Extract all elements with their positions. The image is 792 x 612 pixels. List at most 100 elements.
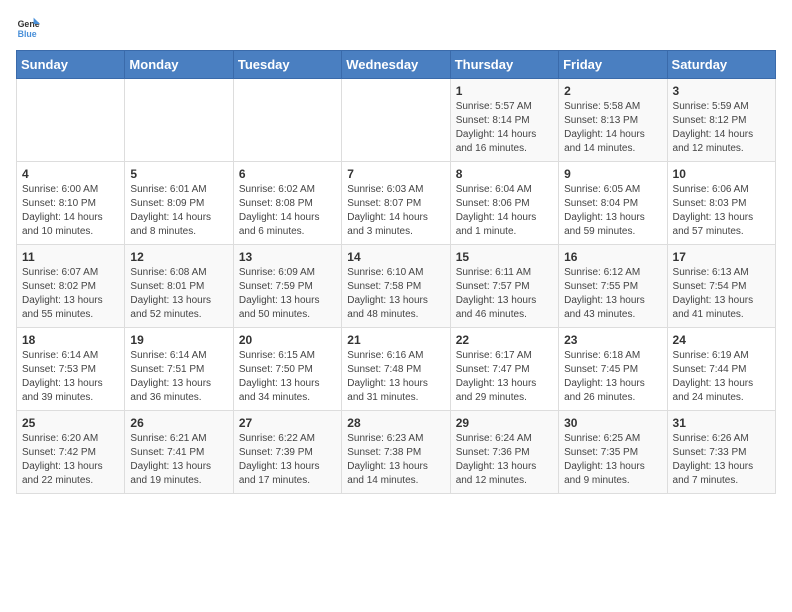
day-info: Sunrise: 6:17 AM Sunset: 7:47 PM Dayligh… [456,349,553,405]
day-number: 1 [456,84,553,98]
day-number: 28 [347,416,444,430]
weekday-header-saturday: Saturday [667,51,775,79]
weekday-header-sunday: Sunday [17,51,125,79]
day-number: 18 [22,333,119,347]
calendar-cell: 15 Sunrise: 6:11 AM Sunset: 7:57 PM Dayli… [450,245,558,328]
day-number: 15 [456,250,553,264]
day-info: Sunrise: 6:12 AM Sunset: 7:55 PM Dayligh… [564,266,661,322]
calendar-week-1: 1Sunrise: 5:57 AM Sunset: 8:14 PM Daylig… [17,79,776,162]
calendar-cell [342,79,450,162]
day-info: Sunrise: 6:20 AM Sunset: 7:42 PM Dayligh… [22,432,119,488]
day-number: 14 [347,250,444,264]
day-info: Sunrise: 6:26 AM Sunset: 7:33 PM Dayligh… [673,432,770,488]
day-info: Sunrise: 6:00 AM Sunset: 8:10 PM Dayligh… [22,183,119,239]
calendar-cell: 6 Sunrise: 6:02 AM Sunset: 8:08 PM Daylig… [233,162,341,245]
day-info: Sunrise: 6:09 AM Sunset: 7:59 PM Dayligh… [239,266,336,322]
calendar-cell: 12 Sunrise: 6:08 AM Sunset: 8:01 PM Dayli… [125,245,233,328]
calendar-cell: 4 Sunrise: 6:00 AM Sunset: 8:10 PM Daylig… [17,162,125,245]
calendar-week-5: 25Sunrise: 6:20 AM Sunset: 7:42 PM Dayli… [17,411,776,494]
calendar-cell [233,79,341,162]
calendar-cell: 30 Sunrise: 6:25 AM Sunset: 7:35 PM Dayli… [559,411,667,494]
day-info: Sunrise: 6:04 AM Sunset: 8:06 PM Dayligh… [456,183,553,239]
day-number: 7 [347,167,444,181]
calendar-cell: 17Sunrise: 6:13 AM Sunset: 7:54 PM Dayli… [667,245,775,328]
day-info: Sunrise: 6:05 AM Sunset: 8:04 PM Dayligh… [564,183,661,239]
day-number: 30 [564,416,661,430]
day-number: 2 [564,84,661,98]
day-number: 6 [239,167,336,181]
day-info: Sunrise: 6:07 AM Sunset: 8:02 PM Dayligh… [22,266,119,322]
day-info: Sunrise: 6:10 AM Sunset: 7:58 PM Dayligh… [347,266,444,322]
weekday-header-tuesday: Tuesday [233,51,341,79]
day-info: Sunrise: 6:21 AM Sunset: 7:41 PM Dayligh… [130,432,227,488]
calendar-cell: 13 Sunrise: 6:09 AM Sunset: 7:59 PM Dayli… [233,245,341,328]
day-info: Sunrise: 6:14 AM Sunset: 7:53 PM Dayligh… [22,349,119,405]
page-header: General Blue [16,16,776,40]
calendar-cell: 28 Sunrise: 6:23 AM Sunset: 7:38 PM Dayli… [342,411,450,494]
day-number: 17 [673,250,770,264]
calendar-week-3: 11Sunrise: 6:07 AM Sunset: 8:02 PM Dayli… [17,245,776,328]
calendar-week-2: 4 Sunrise: 6:00 AM Sunset: 8:10 PM Daylig… [17,162,776,245]
calendar-cell: 3 Sunrise: 5:59 AM Sunset: 8:12 PM Daylig… [667,79,775,162]
calendar-table: SundayMondayTuesdayWednesdayThursdayFrid… [16,50,776,494]
day-number: 3 [673,84,770,98]
day-number: 23 [564,333,661,347]
weekday-header-thursday: Thursday [450,51,558,79]
day-number: 22 [456,333,553,347]
day-info: Sunrise: 6:25 AM Sunset: 7:35 PM Dayligh… [564,432,661,488]
day-number: 19 [130,333,227,347]
logo: General Blue [16,16,44,40]
calendar-cell: 20 Sunrise: 6:15 AM Sunset: 7:50 PM Dayli… [233,328,341,411]
calendar-cell: 27 Sunrise: 6:22 AM Sunset: 7:39 PM Dayli… [233,411,341,494]
calendar-cell: 7Sunrise: 6:03 AM Sunset: 8:07 PM Daylig… [342,162,450,245]
day-number: 21 [347,333,444,347]
day-info: Sunrise: 6:23 AM Sunset: 7:38 PM Dayligh… [347,432,444,488]
day-number: 20 [239,333,336,347]
day-info: Sunrise: 6:08 AM Sunset: 8:01 PM Dayligh… [130,266,227,322]
calendar-cell: 16 Sunrise: 6:12 AM Sunset: 7:55 PM Dayli… [559,245,667,328]
day-number: 5 [130,167,227,181]
day-info: Sunrise: 6:22 AM Sunset: 7:39 PM Dayligh… [239,432,336,488]
calendar-cell: 22 Sunrise: 6:17 AM Sunset: 7:47 PM Dayli… [450,328,558,411]
calendar-cell: 14 Sunrise: 6:10 AM Sunset: 7:58 PM Dayli… [342,245,450,328]
calendar-cell: 5 Sunrise: 6:01 AM Sunset: 8:09 PM Daylig… [125,162,233,245]
day-info: Sunrise: 6:15 AM Sunset: 7:50 PM Dayligh… [239,349,336,405]
day-info: Sunrise: 6:11 AM Sunset: 7:57 PM Dayligh… [456,266,553,322]
weekday-header-friday: Friday [559,51,667,79]
day-info: Sunrise: 6:01 AM Sunset: 8:09 PM Dayligh… [130,183,227,239]
day-info: Sunrise: 6:16 AM Sunset: 7:48 PM Dayligh… [347,349,444,405]
weekday-header-wednesday: Wednesday [342,51,450,79]
weekday-header-row: SundayMondayTuesdayWednesdayThursdayFrid… [17,51,776,79]
calendar-cell: 18 Sunrise: 6:14 AM Sunset: 7:53 PM Dayli… [17,328,125,411]
weekday-header-monday: Monday [125,51,233,79]
svg-text:Blue: Blue [18,29,37,39]
day-info: Sunrise: 6:24 AM Sunset: 7:36 PM Dayligh… [456,432,553,488]
calendar-cell: 23Sunrise: 6:18 AM Sunset: 7:45 PM Dayli… [559,328,667,411]
calendar-cell: 1Sunrise: 5:57 AM Sunset: 8:14 PM Daylig… [450,79,558,162]
calendar-cell [17,79,125,162]
calendar-cell: 9 Sunrise: 6:05 AM Sunset: 8:04 PM Daylig… [559,162,667,245]
day-number: 4 [22,167,119,181]
calendar-cell: 21 Sunrise: 6:16 AM Sunset: 7:48 PM Dayli… [342,328,450,411]
day-number: 16 [564,250,661,264]
day-number: 12 [130,250,227,264]
calendar-cell [125,79,233,162]
calendar-cell: 8Sunrise: 6:04 AM Sunset: 8:06 PM Daylig… [450,162,558,245]
day-number: 24 [673,333,770,347]
day-number: 13 [239,250,336,264]
day-number: 9 [564,167,661,181]
calendar-cell: 26Sunrise: 6:21 AM Sunset: 7:41 PM Dayli… [125,411,233,494]
logo-icon: General Blue [16,16,40,40]
calendar-cell: 25Sunrise: 6:20 AM Sunset: 7:42 PM Dayli… [17,411,125,494]
day-info: Sunrise: 6:19 AM Sunset: 7:44 PM Dayligh… [673,349,770,405]
day-number: 31 [673,416,770,430]
calendar-cell: 11Sunrise: 6:07 AM Sunset: 8:02 PM Dayli… [17,245,125,328]
calendar-cell: 10Sunrise: 6:06 AM Sunset: 8:03 PM Dayli… [667,162,775,245]
calendar-cell: 31 Sunrise: 6:26 AM Sunset: 7:33 PM Dayli… [667,411,775,494]
calendar-cell: 24 Sunrise: 6:19 AM Sunset: 7:44 PM Dayli… [667,328,775,411]
calendar-cell: 29Sunrise: 6:24 AM Sunset: 7:36 PM Dayli… [450,411,558,494]
day-info: Sunrise: 5:59 AM Sunset: 8:12 PM Dayligh… [673,100,770,156]
day-info: Sunrise: 6:02 AM Sunset: 8:08 PM Dayligh… [239,183,336,239]
day-number: 27 [239,416,336,430]
calendar-week-4: 18 Sunrise: 6:14 AM Sunset: 7:53 PM Dayli… [17,328,776,411]
